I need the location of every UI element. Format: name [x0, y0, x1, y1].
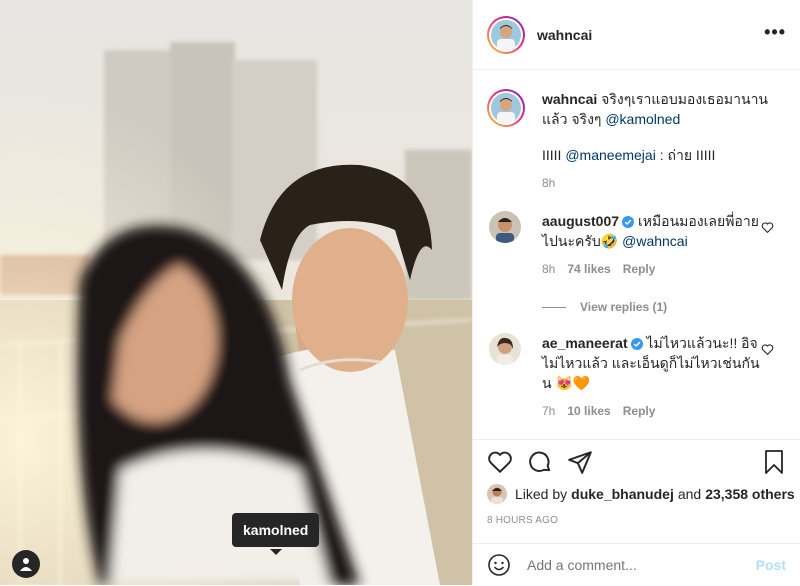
comment-text-line3: น 😻🧡: [542, 375, 591, 391]
comment-icon[interactable]: [527, 449, 553, 475]
like-button[interactable]: [487, 449, 513, 475]
view-replies-button[interactable]: View replies (1): [542, 297, 762, 317]
caption: wahncai จริงๆเราแอบมองเธอมานานแล้ว จริงๆ…: [487, 89, 786, 193]
caption-line2-suffix: : ถ่าย IIIII: [659, 147, 716, 163]
comment-input[interactable]: [525, 556, 756, 574]
comment-username[interactable]: ae_maneerat: [542, 335, 628, 351]
liked-by-and: and: [677, 486, 702, 502]
caption-username[interactable]: wahncai: [542, 91, 597, 107]
photo-user-tag[interactable]: kamolned: [232, 513, 320, 555]
add-comment-bar: Post: [473, 543, 800, 586]
avatar: [491, 93, 521, 123]
heart-icon[interactable]: [761, 221, 774, 234]
view-replies-label: View replies (1): [580, 300, 668, 314]
divider: [542, 307, 566, 309]
post-header: wahncai •••: [473, 0, 800, 70]
post-photo[interactable]: kamolned: [0, 0, 472, 585]
post-button[interactable]: Post: [756, 557, 786, 573]
comment-likes[interactable]: 10 likes: [567, 404, 610, 418]
caption-avatar[interactable]: [487, 89, 525, 127]
post-dialog: kamolned wahncai ••• wahncai จริงๆเราแอบ…: [0, 0, 800, 585]
bookmark-icon[interactable]: [762, 449, 786, 475]
comment-text-line2: ไม่ไหวแล้ว และเอ็นดูก็ไม่ไหวเช่นกัน: [542, 355, 760, 371]
post-sidebar: wahncai ••• wahncai จริงๆเราแอบมองเธอมาน…: [472, 0, 800, 585]
comment-text-line2: ไปนะครับ🤣: [542, 233, 619, 249]
comment-text-line1: เหมือนมองเลยพี่อาย: [637, 213, 759, 229]
comments-list: wahncai จริงๆเราแอบมองเธอมานานแล้ว จริงๆ…: [473, 71, 800, 439]
comment-time[interactable]: 8h: [542, 262, 555, 276]
verified-icon: [622, 216, 635, 228]
post-timestamp[interactable]: 8 HOURS AGO: [487, 515, 558, 526]
likes-summary: Liked by duke_bhanudej and 23,358 others: [487, 484, 795, 504]
comment-avatar[interactable]: [489, 333, 521, 365]
reply-button[interactable]: Reply: [623, 404, 656, 418]
share-icon[interactable]: [567, 449, 593, 475]
likes-count[interactable]: 23,358 others: [705, 486, 795, 502]
caption-time[interactable]: 8h: [542, 173, 787, 193]
post-actions: Liked by duke_bhanudej and 23,358 others…: [473, 439, 800, 586]
caption-mention[interactable]: @kamolned: [605, 111, 680, 127]
user-tag-icon[interactable]: [12, 550, 40, 578]
author-username[interactable]: wahncai: [537, 27, 592, 43]
liker-avatar[interactable]: [487, 484, 507, 504]
comment-item: aaugust007 เหมือนมองเลยพี่อาย ไปนะครับ🤣 …: [487, 211, 786, 317]
comment-mention[interactable]: @wahncai: [622, 233, 688, 249]
heart-icon[interactable]: [761, 343, 774, 356]
verified-icon: [630, 338, 643, 350]
comment-avatar[interactable]: [489, 211, 521, 243]
liked-by-user[interactable]: duke_bhanudej: [571, 486, 674, 502]
avatar: [491, 19, 521, 50]
emoji-icon[interactable]: [487, 553, 511, 577]
caption-line2-prefix: IIIII: [542, 147, 562, 163]
author-avatar-ring[interactable]: [487, 15, 525, 54]
photo-illustration: [0, 0, 472, 585]
caption-line2-mention[interactable]: @maneemejai: [565, 147, 655, 163]
comment-likes[interactable]: 74 likes: [567, 262, 610, 276]
liked-by-prefix: Liked by: [515, 486, 568, 502]
comment-text-line1: ไม่ไหวแล้วนะ!! อิจ: [646, 335, 758, 351]
comment-time[interactable]: 7h: [542, 404, 555, 418]
comment-username[interactable]: aaugust007: [542, 213, 619, 229]
reply-button[interactable]: Reply: [623, 262, 656, 276]
comment-item: ae_maneerat ไม่ไหวแล้วนะ!! อิจ ไม่ไหวแล้…: [487, 333, 786, 421]
more-icon[interactable]: •••: [764, 22, 786, 43]
